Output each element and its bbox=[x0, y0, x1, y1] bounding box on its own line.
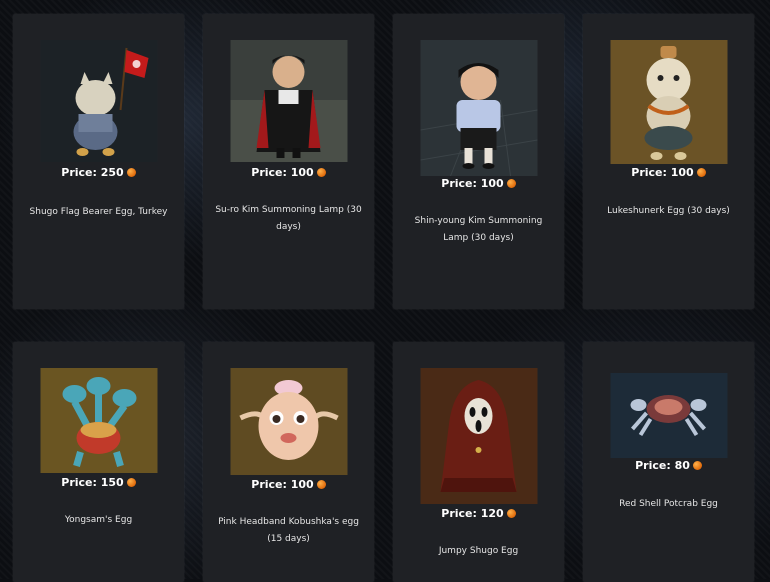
item-price: Price: 150 bbox=[13, 476, 184, 489]
item-name: Pink Headband Kobushka's egg (15 days) bbox=[218, 517, 359, 544]
price-label: Price: 80 bbox=[635, 459, 690, 472]
coin-icon bbox=[126, 478, 136, 487]
item-name: Yongsam's Egg bbox=[64, 515, 133, 525]
item-price: Price: 100 bbox=[203, 478, 374, 491]
item-image-shin-young-kim bbox=[420, 40, 537, 176]
item-price: Price: 250 bbox=[13, 166, 184, 179]
coin-icon bbox=[316, 168, 326, 177]
item-image-jumpy-shugo bbox=[420, 368, 537, 504]
item-price: Price: 100 bbox=[583, 166, 754, 179]
shop-item-card[interactable]: Price: 100 Lukeshunerk Egg (30 days) bbox=[583, 14, 754, 309]
item-price: Price: 120 bbox=[393, 507, 564, 520]
shop-item-card[interactable]: Price: 80 Red Shell Potcrab Egg bbox=[583, 342, 754, 582]
price-label: Price: 120 bbox=[441, 507, 504, 520]
item-name: Lukeshunerk Egg (30 days) bbox=[607, 206, 730, 216]
price-label: Price: 100 bbox=[251, 166, 314, 179]
item-image-yongsam bbox=[40, 368, 157, 473]
shop-item-card[interactable]: Price: 100 Pink Headband Kobushka's egg … bbox=[203, 342, 374, 582]
item-price: Price: 100 bbox=[393, 177, 564, 190]
item-name: Shugo Flag Bearer Egg, Turkey bbox=[29, 207, 168, 217]
shop-item-card[interactable]: Price: 250 Shugo Flag Bearer Egg, Turkey bbox=[13, 14, 184, 309]
coin-icon bbox=[506, 179, 516, 188]
price-label: Price: 100 bbox=[251, 478, 314, 491]
coin-icon bbox=[696, 168, 706, 177]
price-label: Price: 150 bbox=[61, 476, 124, 489]
price-label: Price: 100 bbox=[631, 166, 694, 179]
item-name: Jumpy Shugo Egg bbox=[438, 546, 519, 556]
item-name: Su-ro Kim Summoning Lamp (30 days) bbox=[215, 205, 362, 232]
price-label: Price: 100 bbox=[441, 177, 504, 190]
coin-icon bbox=[506, 509, 516, 518]
item-image-lukeshunerk bbox=[610, 40, 727, 164]
item-name: Red Shell Potcrab Egg bbox=[619, 499, 718, 509]
item-image-red-shell-potcrab bbox=[610, 373, 727, 458]
item-image-shugo-flag-bearer bbox=[40, 40, 157, 162]
coin-icon bbox=[316, 480, 326, 489]
shop-item-card[interactable]: Price: 100 Shin-young Kim Summoning Lamp… bbox=[393, 14, 564, 309]
price-label: Price: 250 bbox=[61, 166, 124, 179]
item-price: Price: 80 bbox=[583, 459, 754, 472]
shop-item-card[interactable]: Price: 150 Yongsam's Egg bbox=[13, 342, 184, 582]
shop-item-card[interactable]: Price: 100 Su-ro Kim Summoning Lamp (30 … bbox=[203, 14, 374, 309]
item-image-kobushka bbox=[230, 368, 347, 475]
coin-icon bbox=[692, 461, 702, 470]
shop-item-card[interactable]: Price: 120 Jumpy Shugo Egg bbox=[393, 342, 564, 582]
coin-icon bbox=[126, 168, 136, 177]
item-name: Shin-young Kim Summoning Lamp (30 days) bbox=[414, 216, 543, 243]
item-price: Price: 100 bbox=[203, 166, 374, 179]
item-image-suro-kim bbox=[230, 40, 347, 162]
